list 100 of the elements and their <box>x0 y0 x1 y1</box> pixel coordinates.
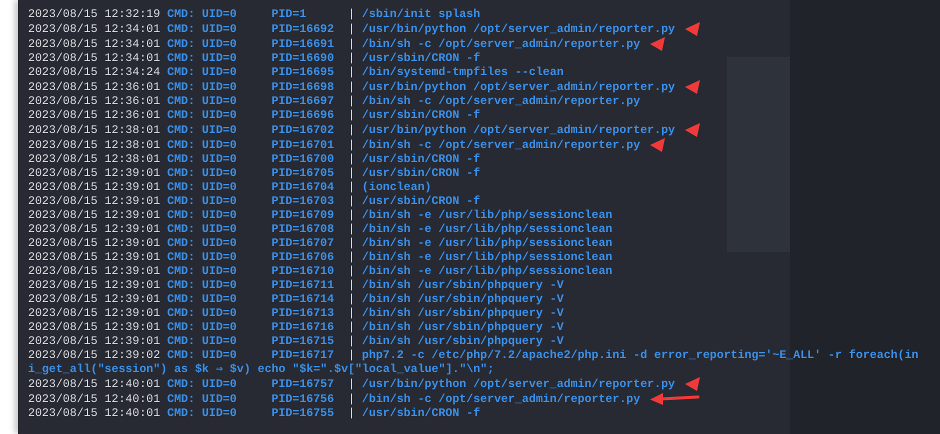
uid-text: UID=0 <box>202 23 238 38</box>
separator: | <box>348 321 356 336</box>
cmd-label: CMD: <box>167 38 196 52</box>
command-text: /bin/sh -c /opt/server_admin/reporter.py <box>362 38 640 52</box>
timestamp: 2023/08/15 12:34:24 <box>28 66 162 80</box>
uid-text: UID=0 <box>202 378 238 392</box>
separator: | <box>348 81 356 96</box>
timestamp: 2023/08/15 12:39:01 <box>28 293 162 308</box>
pid-text: PID=16709 <box>271 209 336 224</box>
separator: | <box>348 181 356 196</box>
timestamp: 2023/08/15 12:39:01 <box>28 167 162 182</box>
pid-text: PID=16702 <box>271 124 336 138</box>
separator: | <box>348 109 356 124</box>
timestamp: 2023/08/15 12:36:01 <box>28 109 162 124</box>
timestamp: 2023/08/15 12:39:01 <box>28 251 162 266</box>
cmd-label: CMD: <box>167 52 196 66</box>
cmd-label: CMD: <box>167 181 196 196</box>
timestamp: 2023/08/15 12:39:01 <box>28 335 162 350</box>
uid-text: UID=0 <box>202 237 238 252</box>
command-text: /bin/sh -c /opt/server_admin/reporter.py <box>362 95 640 108</box>
command-text: /bin/sh /usr/sbin/phpquery -V <box>362 279 564 292</box>
cmd-label: CMD: <box>167 293 196 308</box>
pid-text: PID=16706 <box>271 251 336 266</box>
uid-text: UID=0 <box>202 66 238 80</box>
separator: | <box>348 38 356 52</box>
uid-text: UID=0 <box>202 38 238 52</box>
uid-text: UID=0 <box>202 167 238 182</box>
separator: | <box>348 167 356 182</box>
cmd-label: CMD: <box>167 139 196 154</box>
pid-text: PID=16717 <box>271 349 336 364</box>
cmd-label: CMD: <box>167 251 196 266</box>
command-text: /bin/sh /usr/sbin/phpquery -V <box>362 307 564 320</box>
timestamp: 2023/08/15 12:39:01 <box>28 209 162 224</box>
pid-text: PID=16757 <box>271 378 336 392</box>
cmd-label: CMD: <box>167 223 196 238</box>
cmd-label: CMD: <box>167 321 196 336</box>
command-text: php7.2 -c /etc/php/7.2/apache2/php.ini -d error_reporting='~E_ALL' -r foreach(in <box>362 349 918 362</box>
uid-text: UID=0 <box>202 209 238 224</box>
uid-text: UID=0 <box>202 81 238 96</box>
separator: | <box>348 251 356 266</box>
timestamp: 2023/08/15 12:38:01 <box>28 153 162 168</box>
command-text: /bin/sh /usr/sbin/phpquery -V <box>362 293 564 306</box>
separator: | <box>348 124 356 138</box>
pid-text: PID=16756 <box>271 393 336 408</box>
cmd-label: CMD: <box>167 195 196 210</box>
uid-text: UID=0 <box>202 195 238 210</box>
cmd-label: CMD: <box>167 378 196 392</box>
pid-text: PID=16703 <box>271 195 336 210</box>
cmd-label: CMD: <box>167 23 196 38</box>
timestamp: 2023/08/15 12:40:01 <box>28 378 162 392</box>
cmd-label: CMD: <box>167 95 196 110</box>
cmd-label: CMD: <box>167 124 196 138</box>
pid-text: PID=16711 <box>271 279 336 294</box>
cmd-label: CMD: <box>167 307 196 322</box>
cmd-label: CMD: <box>167 335 196 350</box>
pid-text: PID=16701 <box>271 139 336 154</box>
uid-text: UID=0 <box>202 8 238 22</box>
separator: | <box>348 52 356 66</box>
pid-text: PID=16708 <box>271 223 336 238</box>
command-text: /bin/systemd-tmpfiles --clean <box>362 66 564 80</box>
pid-text: PID=16697 <box>271 95 336 110</box>
command-text: /bin/sh -c /opt/server_admin/reporter.py <box>362 393 640 406</box>
cmd-label: CMD: <box>167 349 196 364</box>
uid-text: UID=0 <box>202 279 238 294</box>
pid-text: PID=16690 <box>271 52 336 66</box>
command-text: /bin/sh -e /usr/lib/php/sessionclean <box>362 251 612 264</box>
timestamp: 2023/08/15 12:39:01 <box>28 237 162 252</box>
command-text: i_get_all("session") as $k ⇒ $v) echo "$k=".$v["local_value"]."\n"; <box>28 363 494 376</box>
cmd-label: CMD: <box>167 407 196 422</box>
timestamp: 2023/08/15 12:34:01 <box>28 23 162 38</box>
uid-text: UID=0 <box>202 109 238 124</box>
timestamp: 2023/08/15 12:36:01 <box>28 95 162 110</box>
command-text: (ionclean) <box>362 181 432 194</box>
uid-text: UID=0 <box>202 153 238 168</box>
separator: | <box>348 279 356 294</box>
pid-text: PID=16714 <box>271 293 336 308</box>
pid-text: PID=16716 <box>271 321 336 336</box>
cmd-label: CMD: <box>167 81 196 96</box>
separator: | <box>348 23 356 38</box>
cmd-label: CMD: <box>167 153 196 168</box>
command-text: /usr/bin/python /opt/server_admin/reporter.py <box>362 23 675 36</box>
separator: | <box>348 307 356 322</box>
uid-text: UID=0 <box>202 52 238 66</box>
uid-text: UID=0 <box>202 251 238 266</box>
timestamp: 2023/08/15 12:39:02 <box>28 349 162 364</box>
separator: | <box>348 293 356 308</box>
pid-text: PID=16705 <box>271 167 336 182</box>
uid-text: UID=0 <box>202 407 238 422</box>
separator: | <box>348 209 356 224</box>
separator: | <box>348 139 356 154</box>
pid-text: PID=1 <box>271 8 308 22</box>
command-text: /bin/sh /usr/sbin/phpquery -V <box>362 321 564 334</box>
pid-text: PID=16715 <box>271 335 336 350</box>
pid-text: PID=16700 <box>271 153 336 168</box>
separator: | <box>348 95 356 110</box>
command-text: /bin/sh -e /usr/lib/php/sessionclean <box>362 223 612 236</box>
uid-text: UID=0 <box>202 265 238 280</box>
command-text: /bin/sh -e /usr/lib/php/sessionclean <box>362 265 612 278</box>
timestamp: 2023/08/15 12:39:01 <box>28 307 162 322</box>
separator: | <box>348 66 356 80</box>
